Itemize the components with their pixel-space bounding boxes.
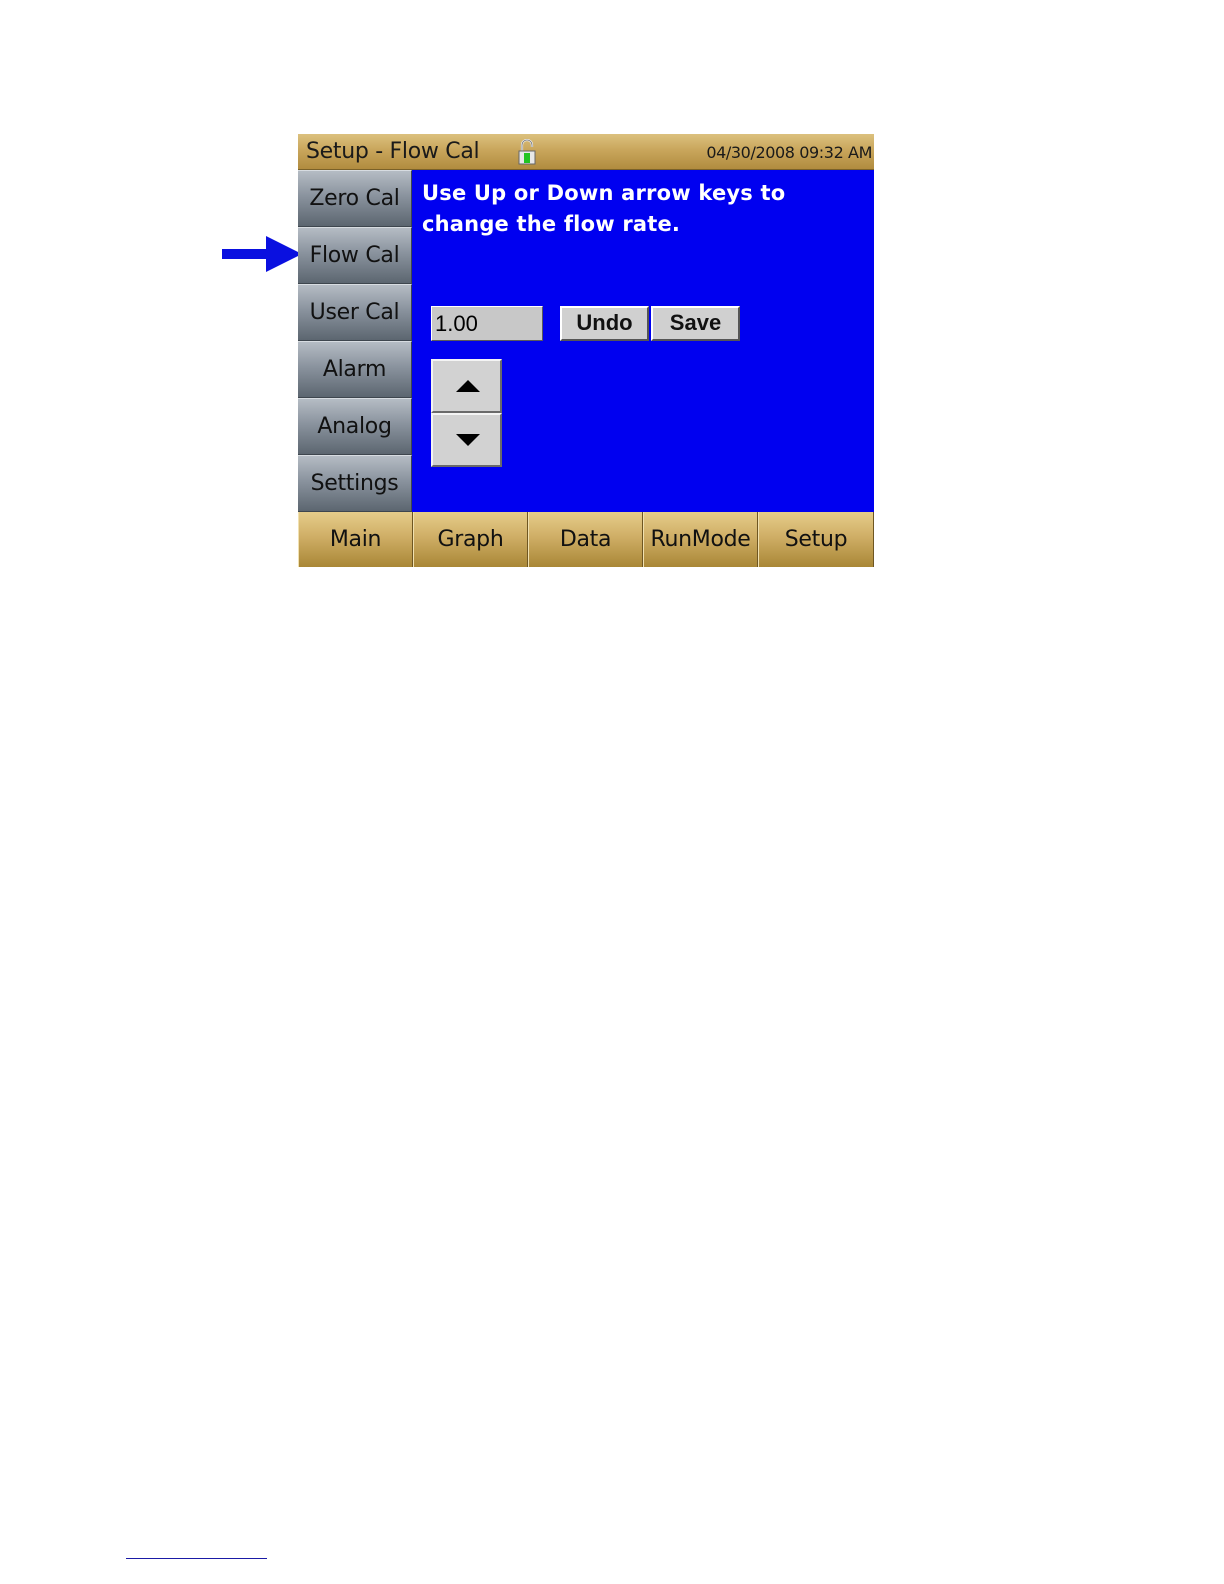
side-item-user-cal[interactable]: User Cal [298, 284, 412, 341]
arrow-down-icon [456, 434, 480, 446]
flow-rate-input[interactable] [431, 306, 543, 341]
side-item-analog[interactable]: Analog [298, 398, 412, 455]
footnote-separator [126, 1558, 267, 1559]
device-screen: Setup - Flow Cal 04/30/2008 09:32 AM Zer… [298, 134, 874, 567]
screen-title: Setup - Flow Cal [306, 139, 480, 164]
tab-main[interactable]: Main [298, 512, 413, 567]
annotation-arrow-icon [222, 236, 302, 272]
decrease-button[interactable] [431, 413, 502, 467]
bottom-tab-bar: Main Graph Data RunMode Setup [298, 512, 874, 567]
increase-button[interactable] [431, 359, 502, 413]
tab-data[interactable]: Data [528, 512, 643, 567]
side-item-settings[interactable]: Settings [298, 455, 412, 512]
side-item-flow-cal[interactable]: Flow Cal [298, 227, 412, 284]
tab-runmode[interactable]: RunMode [643, 512, 758, 567]
side-item-zero-cal[interactable]: Zero Cal [298, 170, 412, 227]
undo-button[interactable]: Undo [560, 306, 649, 341]
title-bar: Setup - Flow Cal 04/30/2008 09:32 AM [298, 134, 874, 170]
save-button[interactable]: Save [651, 306, 740, 341]
tab-graph[interactable]: Graph [413, 512, 528, 567]
unlocked-padlock-icon[interactable] [516, 139, 538, 165]
arrow-up-icon [456, 380, 480, 392]
side-menu: Zero Cal Flow Cal User Cal Alarm Analog … [298, 170, 412, 512]
instructions-text: Use Up or Down arrow keys to change the … [422, 181, 786, 236]
side-item-alarm[interactable]: Alarm [298, 341, 412, 398]
datetime-display: 04/30/2008 09:32 AM [706, 143, 872, 162]
tab-setup[interactable]: Setup [758, 512, 874, 567]
